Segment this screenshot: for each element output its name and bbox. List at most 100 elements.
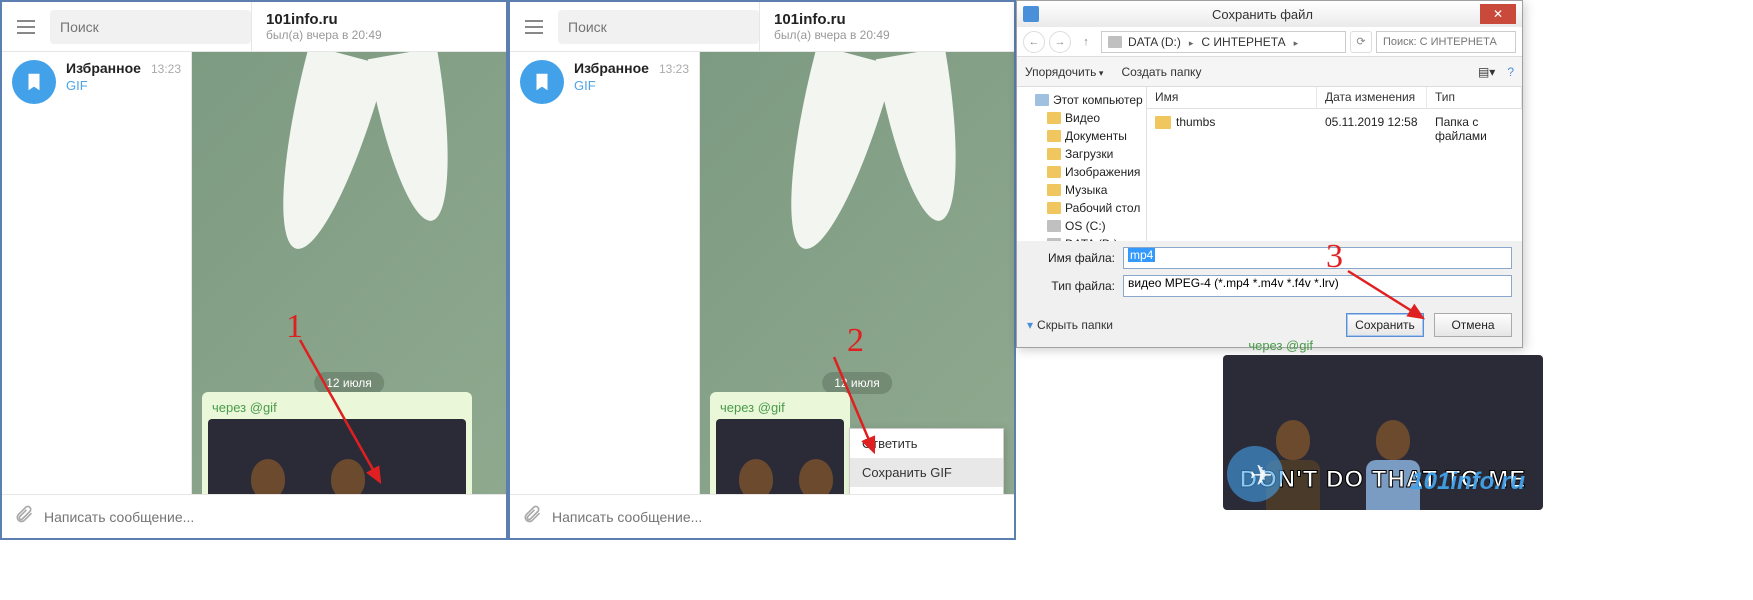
via-label[interactable]: через @gif (716, 398, 844, 419)
dialog-title: Сохранить файл (1045, 7, 1480, 22)
col-name[interactable]: Имя (1147, 87, 1317, 108)
chat-title: 101info.ru (266, 11, 506, 28)
file-list[interactable]: Имя Дата изменения Тип thumbs 05.11.2019… (1147, 87, 1522, 241)
dialog-item[interactable]: Избранное 13:23 GIF (510, 52, 699, 112)
list-header[interactable]: Имя Дата изменения Тип (1147, 87, 1522, 109)
chat-subtitle: был(а) вчера в 20:49 (774, 28, 1014, 42)
chat-subtitle: был(а) вчера в 20:49 (266, 28, 506, 42)
compose-input[interactable] (44, 509, 494, 525)
dialog-time: 13:23 (659, 62, 689, 76)
dialog-search-input[interactable] (1376, 31, 1516, 53)
chat-header[interactable]: 101info.ru был(а) вчера в 20:49 (251, 2, 506, 52)
dialog-name: Избранное (66, 60, 141, 76)
menu-icon[interactable] (6, 7, 46, 47)
ctx-save-gif[interactable]: Сохранить GIF (850, 458, 1003, 487)
chat-background (242, 52, 502, 312)
message-bubble[interactable]: через @gif DON'T DO с (202, 392, 472, 494)
col-date[interactable]: Дата изменения (1317, 87, 1427, 108)
chat-area[interactable]: 12 июля через @gif DON'T с Ответить Сохр… (700, 52, 1014, 494)
help-icon[interactable]: ? (1507, 65, 1514, 79)
disk-icon (1108, 36, 1122, 48)
save-button[interactable]: Сохранить (1346, 313, 1424, 337)
app-icon (1023, 6, 1039, 22)
dialog-body: Этот компьютер Видео Документы Загрузки … (1017, 87, 1522, 241)
header: 101info.ru был(а) вчера в 20:49 (510, 2, 1014, 52)
organize-button[interactable]: Упорядочить (1025, 65, 1103, 79)
dialog-fields: Имя файла: mp4 Тип файла: видео MPEG-4 (… (1017, 241, 1522, 307)
telegram-panel-2: 101info.ru был(а) вчера в 20:49 Избранно… (508, 0, 1016, 540)
dialogs-sidebar: Избранное 13:23 GIF (2, 52, 192, 494)
date-badge: 12 июля (822, 372, 892, 394)
ctx-reply[interactable]: Ответить (850, 429, 1003, 458)
via-label: через @gif (1248, 338, 1313, 353)
dialog-preview: GIF (574, 78, 689, 93)
message-bubble[interactable]: через @gif DON'T с (710, 392, 850, 494)
filetype-label: Тип файла: (1027, 279, 1115, 293)
compose-input[interactable] (552, 509, 1002, 525)
filetype-select[interactable]: видео MPEG-4 (*.mp4 *.m4v *.f4v *.lrv) (1123, 275, 1512, 297)
hide-folders-button[interactable]: Скрыть папки (1027, 318, 1113, 332)
date-badge: 12 июля (314, 372, 384, 394)
tree-this-pc[interactable]: Этот компьютер (1017, 91, 1146, 109)
list-row[interactable]: thumbs 05.11.2019 12:58 Папка с файлами (1147, 109, 1522, 149)
tree-osc[interactable]: OS (C:) (1017, 217, 1146, 235)
dialog-item[interactable]: Избранное 13:23 GIF (2, 52, 191, 112)
compose-bar (2, 494, 506, 538)
filename-label: Имя файла: (1027, 251, 1115, 265)
dialog-titlebar[interactable]: Сохранить файл ✕ (1017, 1, 1522, 27)
annotation-step-1: 1 (286, 308, 303, 346)
annotation-step-2: 2 (847, 322, 864, 360)
nav-bar: ← → ↑ DATA (D:) С ИНТЕРНЕТА ⟳ (1017, 27, 1522, 57)
chat-area[interactable]: 12 июля через @gif DON'T DO с 1 (192, 52, 506, 494)
folder-icon (1155, 116, 1171, 129)
save-file-dialog: Сохранить файл ✕ ← → ↑ DATA (D:) С ИНТЕР… (1016, 0, 1523, 348)
filename-input[interactable]: mp4 (1123, 247, 1512, 269)
folder-tree[interactable]: Этот компьютер Видео Документы Загрузки … (1017, 87, 1147, 241)
tree-music[interactable]: Музыка (1017, 181, 1146, 199)
breadcrumb-2[interactable]: С ИНТЕРНЕТА (1201, 35, 1285, 49)
toolbar: Упорядочить Создать папку ▤▾ ? (1017, 57, 1522, 87)
body: Избранное 13:23 GIF 12 июля через @gif D… (2, 52, 506, 494)
new-folder-button[interactable]: Создать папку (1121, 65, 1201, 79)
panel-3: Сохранить файл ✕ ← → ↑ DATA (D:) С ИНТЕР… (1016, 0, 1553, 600)
dialog-text: Избранное 13:23 GIF (66, 60, 181, 93)
dialog-preview: GIF (66, 78, 181, 93)
search-input[interactable] (558, 10, 759, 44)
ctx-save-as[interactable]: Сохранить файл как... (850, 487, 1003, 494)
col-type[interactable]: Тип (1427, 87, 1522, 108)
refresh-button[interactable]: ⟳ (1350, 31, 1372, 53)
bookmark-icon (520, 60, 564, 104)
header: 101info.ru был(а) вчера в 20:49 (2, 2, 506, 52)
tree-downloads[interactable]: Загрузки (1017, 145, 1146, 163)
gif-media[interactable]: DON'T (716, 419, 844, 494)
up-button[interactable]: ↑ (1075, 31, 1097, 53)
dialogs-sidebar: Избранное 13:23 GIF (510, 52, 700, 494)
dialog-time: 13:23 (151, 62, 181, 76)
chat-title: 101info.ru (774, 11, 1014, 28)
tree-desktop[interactable]: Рабочий стол (1017, 199, 1146, 217)
cancel-button[interactable]: Отмена (1434, 313, 1512, 337)
close-button[interactable]: ✕ (1480, 4, 1516, 24)
breadcrumb-1[interactable]: DATA (D:) (1128, 35, 1181, 49)
tree-video[interactable]: Видео (1017, 109, 1146, 127)
search-input[interactable] (50, 10, 251, 44)
telegram-panel-1: 101info.ru был(а) вчера в 20:49 Избранно… (0, 0, 508, 540)
gif-media-wide[interactable]: DON'T DO THAT TO ME ✈ 101info.ru (1223, 355, 1543, 510)
forward-button[interactable]: → (1049, 31, 1071, 53)
bookmark-icon (12, 60, 56, 104)
context-menu: Ответить Сохранить GIF Сохранить файл ка… (849, 428, 1004, 494)
telegram-plane-icon: ✈ (1250, 459, 1273, 492)
chat-header[interactable]: 101info.ru был(а) вчера в 20:49 (759, 2, 1014, 52)
dialog-text: Избранное 13:23 GIF (574, 60, 689, 93)
gif-media[interactable]: DON'T DO (208, 419, 466, 494)
tree-docs[interactable]: Документы (1017, 127, 1146, 145)
address-bar[interactable]: DATA (D:) С ИНТЕРНЕТА (1101, 31, 1346, 53)
view-icon[interactable]: ▤▾ (1478, 65, 1495, 79)
chat-background (750, 52, 1010, 312)
via-label[interactable]: через @gif (208, 398, 466, 419)
attach-icon[interactable] (522, 504, 542, 529)
menu-icon[interactable] (514, 7, 554, 47)
back-button[interactable]: ← (1023, 31, 1045, 53)
attach-icon[interactable] (14, 504, 34, 529)
tree-pics[interactable]: Изображения (1017, 163, 1146, 181)
